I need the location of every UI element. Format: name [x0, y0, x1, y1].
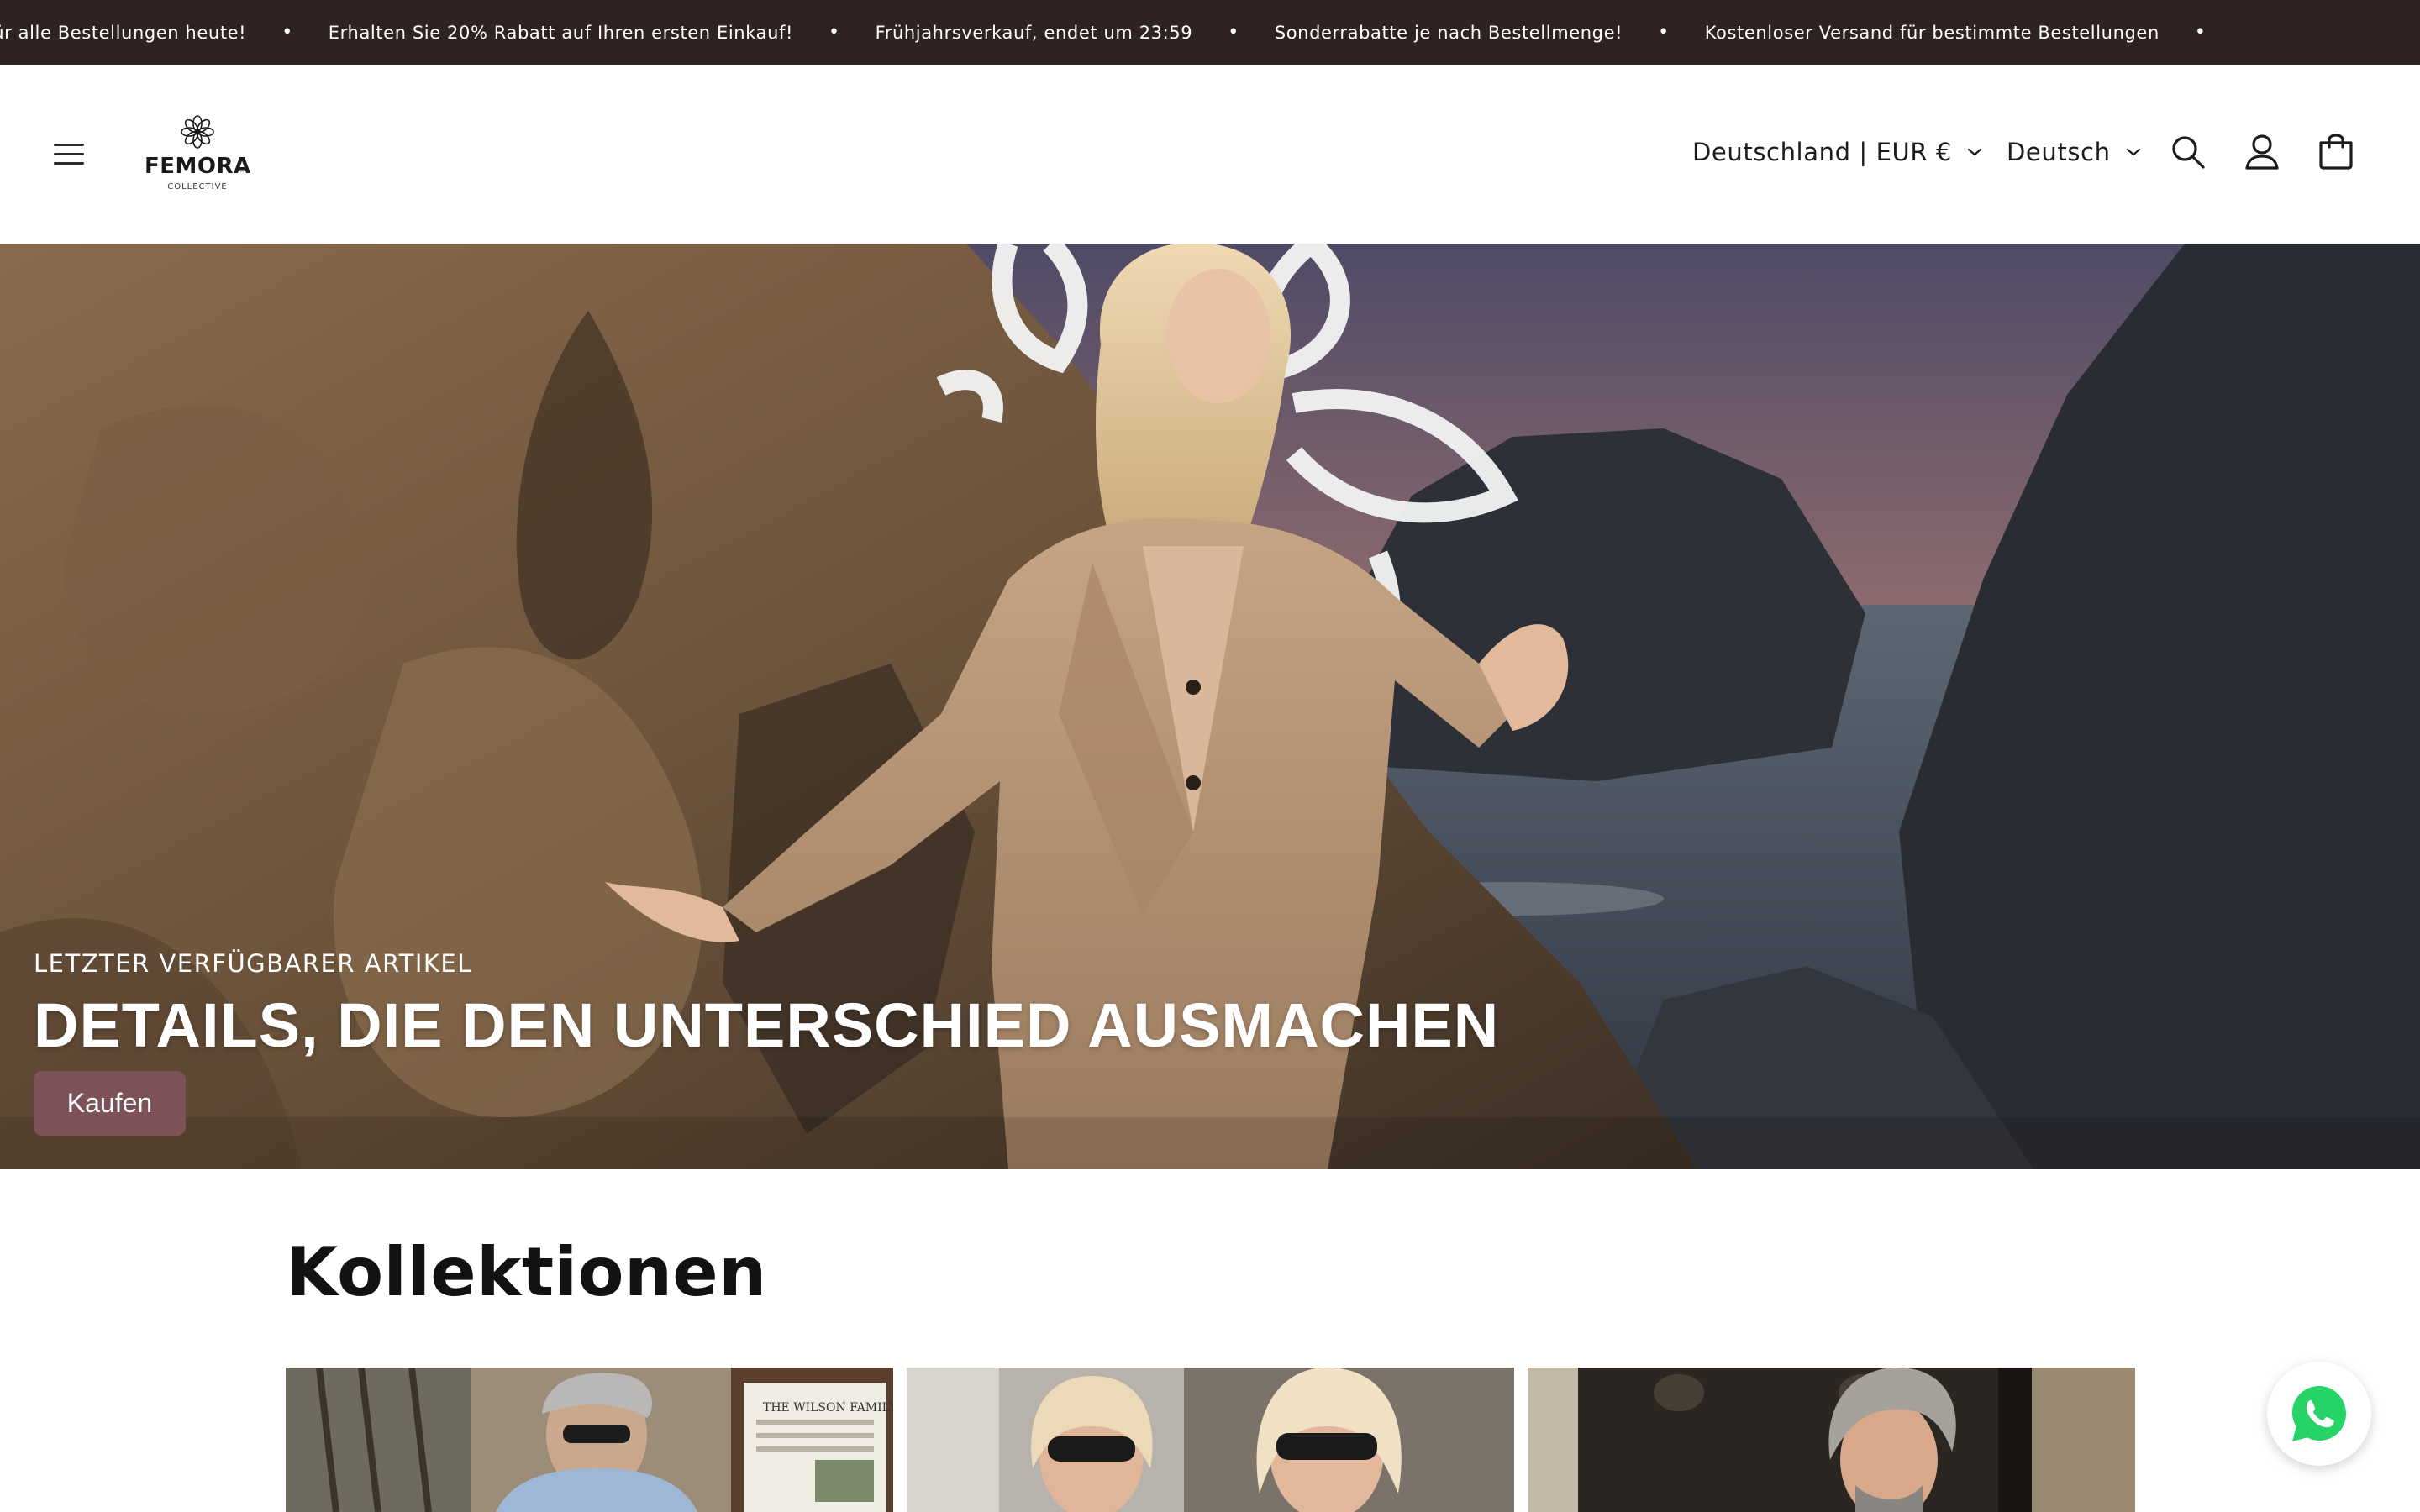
announcement-track: d für alle Bestellungen heute! • Erhalte… [0, 0, 2241, 65]
search-button[interactable] [2168, 132, 2208, 172]
country-currency-label: Deutschland | EUR € [1692, 138, 1952, 166]
announcement-item: Erhalten Sie 20% Rabatt auf Ihren ersten… [328, 22, 793, 43]
hero-banner: LETZTER VERFÜGBARER ARTIKEL DETAILS, DIE… [0, 244, 2420, 1169]
language-selector[interactable]: Deutsch [2007, 135, 2141, 169]
account-button[interactable] [2242, 132, 2282, 172]
collection-sign-text: THE WILSON FAMILY [763, 1401, 893, 1415]
menu-icon [54, 162, 84, 165]
logo-name: FEMORA [145, 154, 251, 179]
cart-icon [2319, 134, 2353, 170]
hero-subheading: LETZTER VERFÜGBARER ARTIKEL [34, 949, 472, 978]
cart-button[interactable] [2316, 132, 2356, 172]
collection-card[interactable] [907, 1368, 1514, 1512]
announcement-separator: • [1228, 22, 1239, 43]
account-icon [2245, 134, 2279, 170]
collection-card[interactable] [1528, 1368, 2135, 1512]
site-header: FEMORA COLLECTIVE Deutschland | EUR € De… [0, 65, 2420, 244]
announcement-item: Sonderrabatte je nach Bestellmenge! [1274, 22, 1623, 43]
collection-image [1528, 1368, 2135, 1512]
country-currency-selector[interactable]: Deutschland | EUR € [1692, 135, 1982, 169]
shop-now-button[interactable]: Kaufen [34, 1071, 186, 1136]
whatsapp-chat-button[interactable] [2267, 1362, 2371, 1466]
announcement-separator: • [281, 22, 293, 43]
collection-card[interactable]: THE WILSON FAMILY [286, 1368, 893, 1512]
chevron-down-icon [2126, 148, 2140, 156]
announcement-item: Frühjahrsverkauf, endet um 23:59 [875, 22, 1193, 43]
store-logo[interactable]: FEMORA COLLECTIVE [145, 113, 250, 197]
logo-subtitle: COLLECTIVE [167, 182, 228, 192]
announcement-separator: • [829, 22, 840, 43]
chevron-down-icon [1967, 148, 1982, 156]
collections-heading: Kollektionen [286, 1233, 767, 1311]
whatsapp-icon [2292, 1386, 2346, 1441]
announcement-bar: d für alle Bestellungen heute! • Erhalte… [0, 0, 2420, 65]
announcement-item: d für alle Bestellungen heute! [0, 22, 247, 43]
menu-button[interactable] [50, 135, 87, 172]
hero-heading: DETAILS, DIE DEN UNTERSCHIED AUSMACHEN [34, 990, 1500, 1060]
menu-icon [54, 144, 84, 146]
menu-icon [54, 153, 84, 155]
flower-logo-icon [181, 115, 214, 149]
search-icon [2172, 136, 2205, 169]
announcement-separator: • [1658, 22, 1670, 43]
announcement-item: Kostenloser Versand für bestimmte Bestel… [1704, 22, 2160, 43]
announcement-separator: • [2194, 22, 2207, 43]
collection-image: THE WILSON FAMILY [286, 1368, 893, 1512]
language-label: Deutsch [2007, 138, 2111, 166]
collection-image [907, 1368, 1514, 1512]
